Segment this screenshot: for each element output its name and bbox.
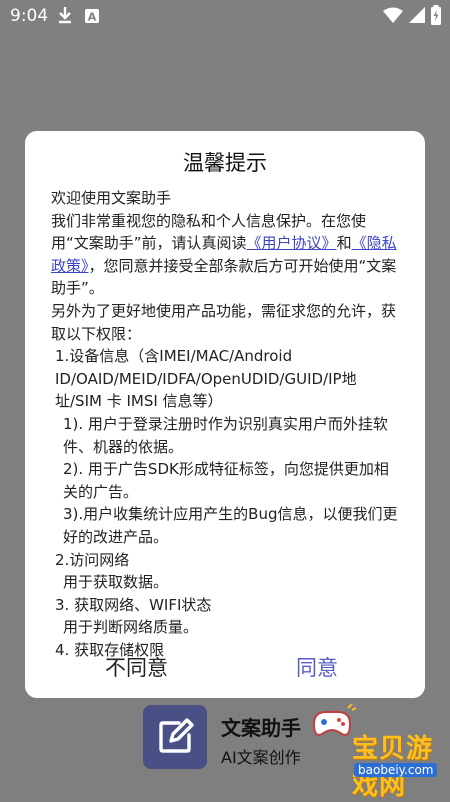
dialog-paragraph-2: 另外为了更好地使用产品功能，需征求您的允许，获取以下权限： bbox=[51, 301, 397, 343]
svg-text:A: A bbox=[88, 11, 97, 24]
watermark: 宝贝游戏网 baobeiy.com bbox=[300, 700, 450, 801]
permission-item-1-3: 3).用户收集统计应用产生的Bug信息，以便我们更好的改进产品。 bbox=[63, 505, 398, 546]
agree-button[interactable]: 同意 bbox=[296, 652, 338, 682]
dialog-title: 温馨提示 bbox=[183, 151, 267, 175]
dialog-intro: 欢迎使用文案助手 bbox=[51, 189, 172, 207]
permission-item-1-2: 2). 用于广告SDK形成特征标签，向您提供更加相关的广告。 bbox=[63, 460, 389, 501]
permission-item-4: 4. 获取存储权限 bbox=[55, 640, 165, 659]
battery-icon bbox=[430, 5, 442, 30]
permission-item-3-desc: 用于判断网络质量。 bbox=[63, 618, 199, 637]
a-notification-icon: A bbox=[85, 8, 99, 28]
dialog-body: 欢迎使用文案助手 我们非常重视您的隐私和个人信息保护。在您使用“文案助手”前，请… bbox=[51, 187, 403, 661]
user-agreement-link[interactable]: 《用户协议》 bbox=[247, 234, 337, 252]
app-subtitle: AI文案创作 bbox=[221, 748, 301, 767]
status-bar: 9:04 A bbox=[0, 0, 450, 32]
app-name: 文案助手 bbox=[221, 716, 301, 740]
watermark-url: baobeiy.com bbox=[354, 763, 438, 777]
pencil-icon bbox=[159, 718, 194, 753]
signal-icon bbox=[409, 7, 425, 28]
permission-item-2: 2.访问网络 bbox=[55, 550, 130, 569]
status-time: 9:04 bbox=[10, 6, 49, 26]
permission-item-2-desc: 用于获取数据。 bbox=[63, 573, 169, 592]
permission-item-1: 1.设备信息（含IMEI/MAC/Android ID/OAID/MEID/ID… bbox=[55, 347, 357, 411]
and-text: 和 bbox=[336, 234, 352, 253]
download-icon bbox=[58, 6, 72, 29]
paragraph-1-text-b: ，您同意并接受全部条款后方可开始使用“文案助手”。 bbox=[51, 256, 397, 298]
app-icon[interactable] bbox=[143, 705, 207, 769]
permission-item-3: 3. 获取网络、WIFI状态 bbox=[55, 595, 212, 614]
disagree-button[interactable]: 不同意 bbox=[105, 652, 168, 682]
gamepad-logo-icon bbox=[312, 704, 356, 736]
permission-item-1-1: 1). 用户于登录注册时作为识别真实用户而外挂软件、机器的依据。 bbox=[63, 414, 388, 456]
dialog-paragraph-1: 我们非常重视您的隐私和个人信息保护。在您使用“文案助手”前，请认真阅读《用户协议… bbox=[51, 210, 403, 300]
wifi-icon bbox=[383, 7, 403, 28]
privacy-dialog: 温馨提示 欢迎使用文案助手 我们非常重视您的隐私和个人信息保护。在您使用“文案助… bbox=[25, 131, 425, 698]
